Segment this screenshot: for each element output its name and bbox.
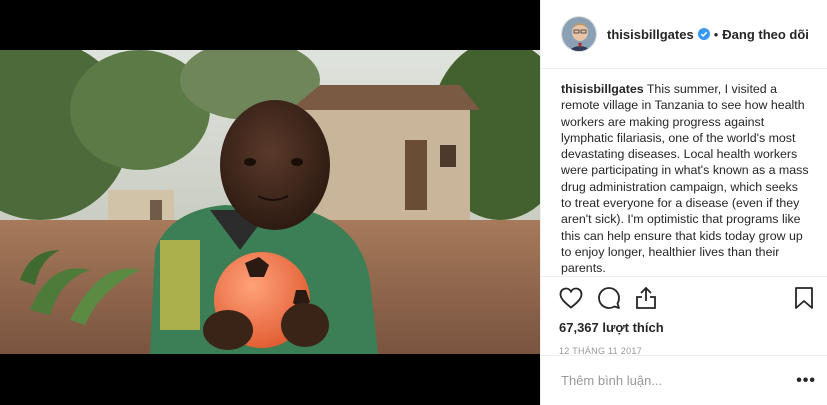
- caption-text: This summer, I visited a remote village …: [561, 82, 809, 275]
- header-username[interactable]: thisisbillgates: [607, 27, 694, 42]
- post-media[interactable]: [0, 0, 540, 405]
- heart-icon[interactable]: [559, 287, 583, 309]
- post-caption: thisisbillgates This summer, I visited a…: [541, 69, 827, 275]
- likes-count[interactable]: 67,367 lượt thích: [559, 320, 814, 335]
- post-actions: 67,367 lượt thích 12 THÁNG 11 2017: [541, 276, 827, 356]
- verified-badge-icon: [697, 28, 710, 40]
- post-header: thisisbillgates • Đang theo dõi: [541, 0, 827, 69]
- bookmark-icon[interactable]: [794, 286, 814, 310]
- caption-username[interactable]: thisisbillgates: [561, 82, 644, 96]
- follow-status-button[interactable]: Đang theo dõi: [722, 27, 809, 42]
- post-photo[interactable]: [0, 50, 540, 354]
- share-icon[interactable]: [635, 286, 657, 310]
- more-options-icon[interactable]: •••: [796, 372, 816, 390]
- comment-input[interactable]: [561, 373, 797, 388]
- avatar[interactable]: [561, 16, 597, 52]
- post-dialog: thisisbillgates • Đang theo dõi thisisbi…: [0, 0, 827, 405]
- comment-box: •••: [541, 355, 827, 405]
- comment-icon[interactable]: [597, 286, 621, 310]
- action-icons: [559, 285, 814, 311]
- header-separator: •: [713, 26, 719, 42]
- post-sidebar: thisisbillgates • Đang theo dõi thisisbi…: [540, 0, 827, 405]
